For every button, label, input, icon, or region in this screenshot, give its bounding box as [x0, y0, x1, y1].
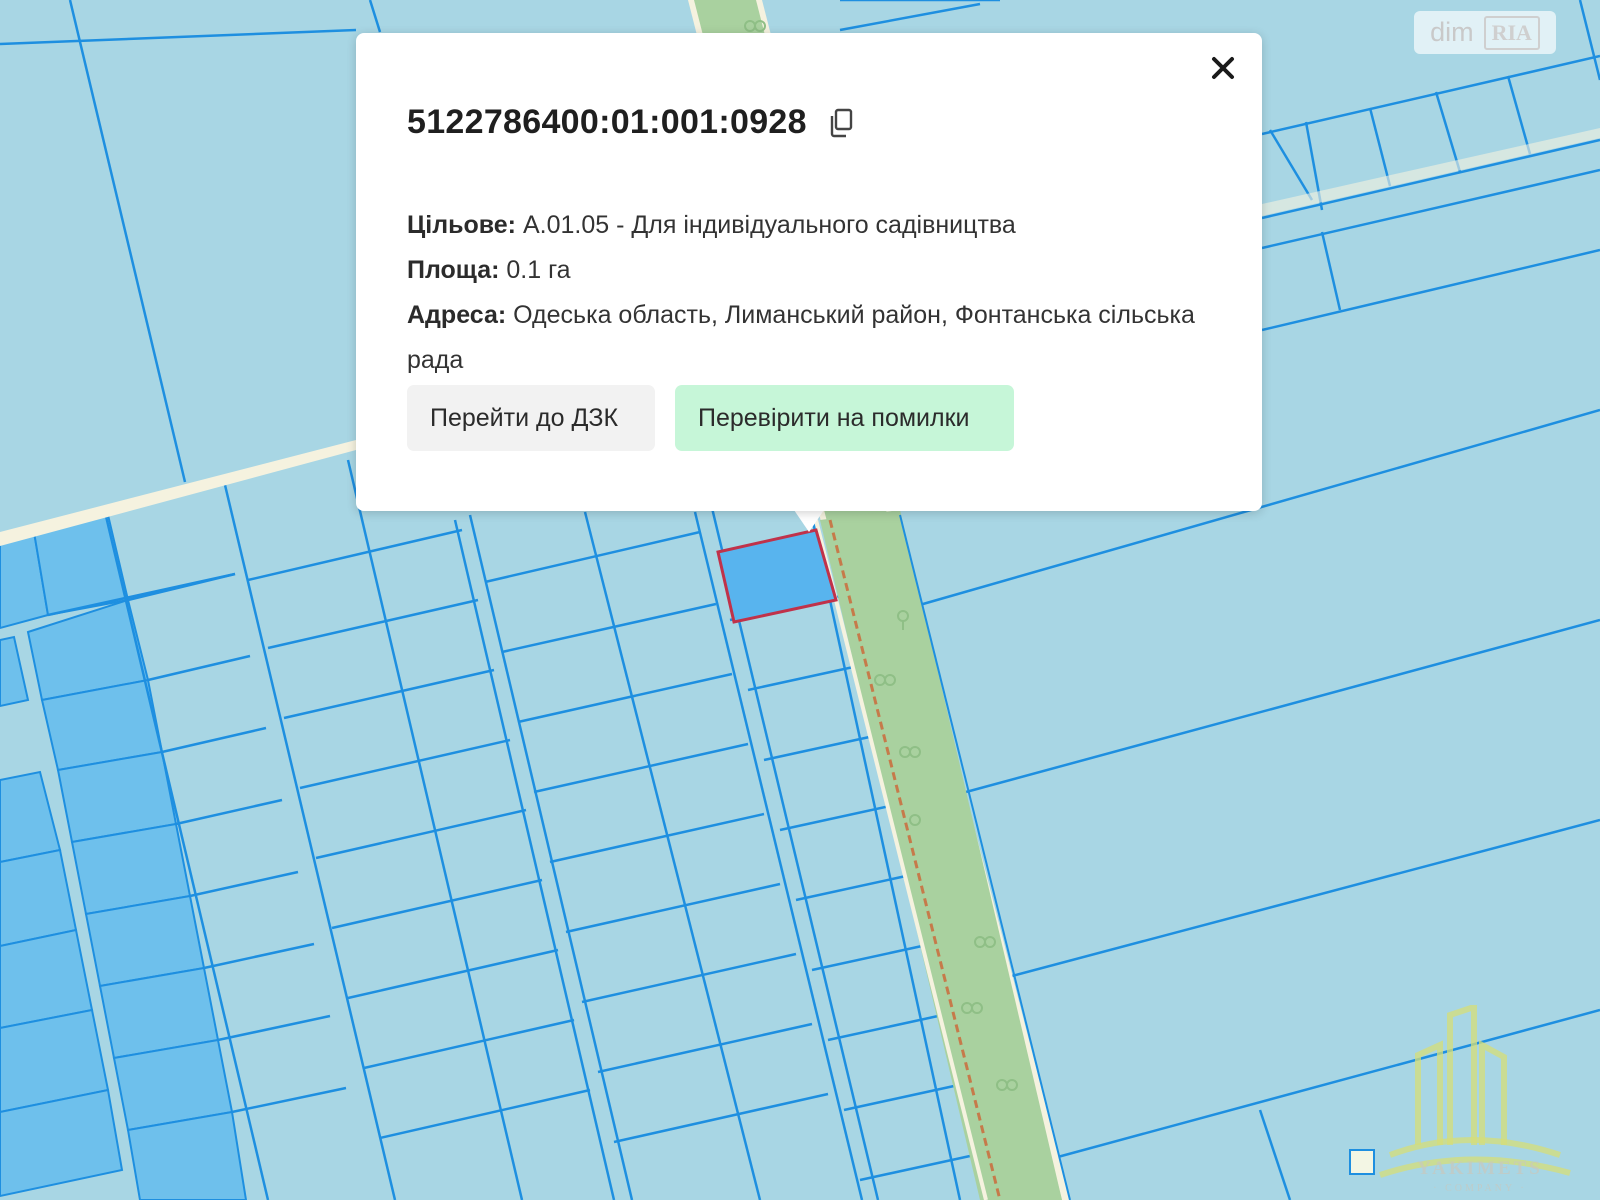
- address-label: Адреса:: [407, 301, 507, 329]
- watermark-name: YAKIMETS: [1417, 1158, 1543, 1179]
- ria-logo-text: RIA: [1483, 15, 1540, 50]
- dim-ria-logo: dim RIA: [1414, 11, 1556, 54]
- purpose-value: А.01.05 - Для індивідуального садівництв…: [516, 211, 1016, 239]
- go-to-dzk-button[interactable]: Перейти до ДЗК: [407, 385, 655, 451]
- parcel-info-popup: 5122786400:01:001:0928 Цільове: А.01.05 …: [356, 33, 1262, 511]
- parcel-details: Цільове: А.01.05 - Для індивідуального с…: [407, 203, 1197, 383]
- address-row: Адреса: Одеська область, Лиманський райо…: [407, 293, 1197, 383]
- area-value: 0.1 га: [499, 256, 571, 284]
- parcel-cadastral-number: 5122786400:01:001:0928: [407, 103, 807, 141]
- check-errors-button[interactable]: Перевірити на помилки: [675, 385, 1014, 451]
- area-row: Площа: 0.1 га: [407, 248, 1197, 293]
- area-label: Площа:: [407, 256, 500, 284]
- watermark-sub: · COMPANY ·: [1433, 1183, 1527, 1194]
- popup-pointer: [794, 510, 824, 532]
- purpose-row: Цільове: А.01.05 - Для індивідуального с…: [407, 203, 1197, 248]
- purpose-label: Цільове:: [407, 211, 516, 239]
- popup-title-row: 5122786400:01:001:0928: [407, 103, 857, 142]
- dim-logo-text: dim: [1430, 17, 1474, 47]
- address-value: Одеська область, Лиманський район, Фонта…: [407, 301, 1195, 374]
- close-icon[interactable]: [1208, 53, 1238, 83]
- copy-icon[interactable]: [827, 107, 857, 139]
- popup-actions: Перейти до ДЗК Перевірити на помилки: [407, 385, 1014, 451]
